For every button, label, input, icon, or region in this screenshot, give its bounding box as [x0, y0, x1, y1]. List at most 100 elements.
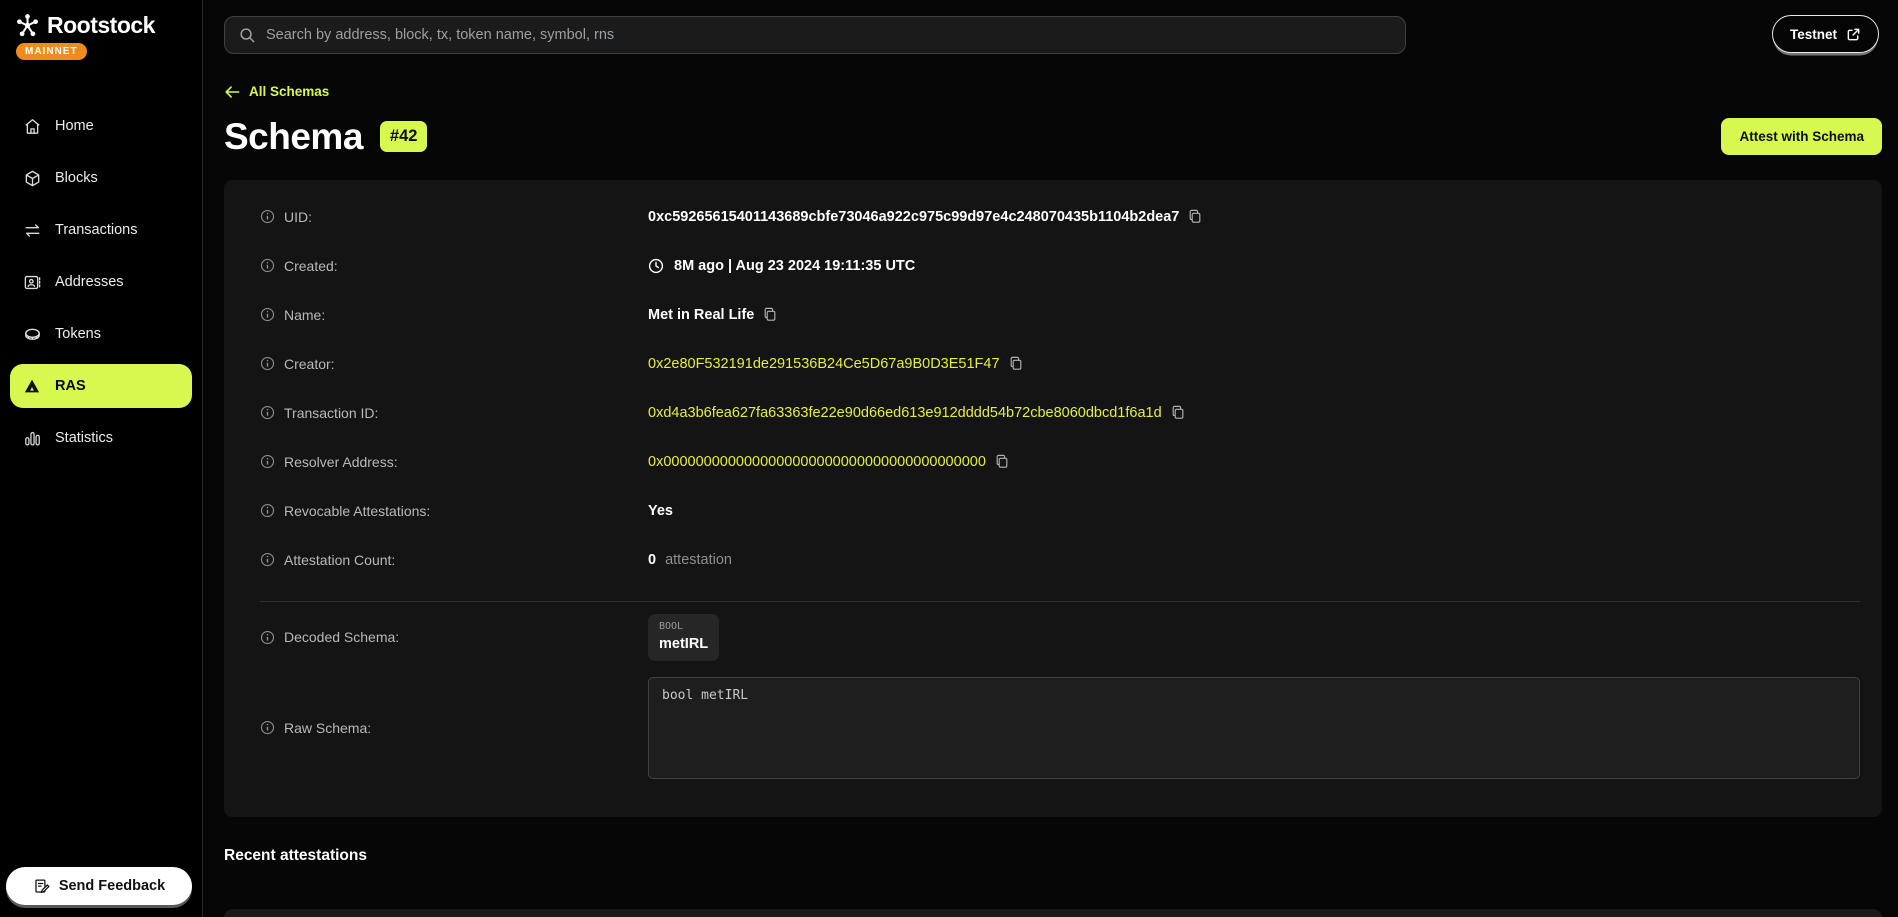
info-icon [260, 503, 275, 518]
send-feedback-button[interactable]: Send Feedback [6, 867, 192, 905]
raw-schema-textarea[interactable]: bool metIRL [648, 677, 1860, 779]
detail-row-decoded-schema: Decoded Schema: BOOL metIRL [260, 614, 1860, 661]
detail-label-text: Name: [284, 307, 325, 323]
detail-label-text: Created: [284, 258, 338, 274]
info-icon [260, 258, 275, 273]
detail-value: 8M ago | Aug 23 2024 19:11:35 UTC [648, 258, 915, 274]
revocable-value: Yes [648, 503, 673, 519]
info-icon [260, 209, 275, 224]
attestation-count-suffix: attestation [665, 552, 732, 568]
copy-icon[interactable] [1009, 356, 1023, 371]
info-icon [260, 720, 275, 735]
attestations-table-header: UID Schema From To Type Date Time (UTC) [224, 909, 1882, 917]
page-title: Schema [224, 116, 363, 158]
attest-with-schema-button[interactable]: Attest with Schema [1721, 118, 1882, 155]
resolver-address-link[interactable]: 0x00000000000000000000000000000000000000… [648, 454, 986, 470]
clock-icon [648, 258, 664, 274]
testnet-label: Testnet [1790, 27, 1837, 42]
sidebar-item-transactions[interactable]: Transactions [10, 208, 192, 252]
copy-icon[interactable] [763, 307, 777, 322]
detail-value: 0xc59265615401143689cbfe73046a922c975c99… [648, 209, 1202, 225]
detail-row-revocable: Revocable Attestations: Yes [260, 496, 1860, 526]
sidebar-item-home[interactable]: Home [10, 104, 192, 148]
name-value: Met in Real Life [648, 307, 754, 323]
detail-label: Creator: [260, 356, 648, 372]
uid-value: 0xc59265615401143689cbfe73046a922c975c99… [648, 209, 1179, 225]
sidebar-nav: Home Blocks Transactions Addresses Token… [0, 104, 202, 460]
detail-value: Met in Real Life [648, 307, 777, 323]
sidebar-item-ras[interactable]: RAS [10, 364, 192, 408]
sidebar-item-statistics[interactable]: Statistics [10, 416, 192, 460]
detail-row-raw-schema: Raw Schema: bool metIRL [260, 677, 1860, 779]
detail-label-text: Decoded Schema: [284, 629, 399, 645]
back-link-label: All Schemas [249, 84, 329, 99]
detail-label: Attestation Count: [260, 552, 648, 568]
detail-value: 0xd4a3b6fea627fa63363fe22e90d66ed613e912… [648, 405, 1185, 421]
rootstock-logo-icon [14, 12, 41, 39]
attestation-triangle-icon [22, 377, 42, 395]
panel-divider [260, 601, 1860, 602]
sidebar-item-label: Tokens [55, 326, 101, 342]
external-link-icon [1846, 27, 1861, 42]
detail-row-creator: Creator: 0x2e80F532191de291536B24Ce5D67a… [260, 349, 1860, 379]
detail-label: UID: [260, 209, 648, 225]
feedback-pencil-icon [33, 878, 50, 895]
copy-icon[interactable] [1171, 405, 1185, 420]
sidebar-item-addresses[interactable]: Addresses [10, 260, 192, 304]
brand-name: Rootstock [47, 12, 155, 39]
detail-label: Resolver Address: [260, 454, 648, 470]
sidebar-item-tokens[interactable]: Tokens [10, 312, 192, 356]
creator-address-link[interactable]: 0x2e80F532191de291536B24Ce5D67a9B0D3E51F… [648, 356, 1000, 372]
page-content: All Schemas Schema #42 Attest with Schem… [203, 70, 1898, 917]
schema-id-badge: #42 [380, 121, 428, 152]
search-input[interactable] [266, 27, 1391, 43]
arrow-left-icon [224, 85, 240, 99]
sidebar-item-blocks[interactable]: Blocks [10, 156, 192, 200]
detail-row-uid: UID: 0xc59265615401143689cbfe73046a922c9… [260, 202, 1860, 232]
transaction-id-link[interactable]: 0xd4a3b6fea627fa63363fe22e90d66ed613e912… [648, 405, 1162, 421]
title-row: Schema #42 Attest with Schema [224, 116, 1882, 158]
decoded-schema-chip: BOOL metIRL [648, 614, 719, 661]
detail-label-text: Creator: [284, 356, 335, 372]
detail-value: Yes [648, 503, 673, 519]
sidebar: Rootstock MAINNET Home Blocks Transactio… [0, 0, 203, 917]
copy-icon[interactable] [1188, 209, 1202, 224]
attestation-count-value: 0 [648, 552, 656, 568]
sidebar-item-label: Home [55, 118, 94, 134]
arrows-swap-icon [22, 221, 42, 240]
network-badge: MAINNET [16, 43, 87, 60]
copy-icon[interactable] [995, 454, 1009, 469]
rootstock-logo[interactable]: Rootstock [14, 12, 188, 39]
id-card-icon [22, 273, 42, 292]
detail-label-text: Revocable Attestations: [284, 503, 430, 519]
sidebar-item-label: Transactions [55, 222, 137, 238]
detail-value: 0 attestation [648, 552, 732, 568]
detail-value: 0x00000000000000000000000000000000000000… [648, 454, 1009, 470]
detail-label-text: Resolver Address: [284, 454, 398, 470]
detail-value: 0x2e80F532191de291536B24Ce5D67a9B0D3E51F… [648, 356, 1023, 372]
detail-row-attestation-count: Attestation Count: 0 attestation [260, 545, 1860, 575]
back-to-all-schemas-link[interactable]: All Schemas [224, 84, 329, 99]
testnet-switch-button[interactable]: Testnet [1772, 15, 1879, 53]
detail-row-resolver-address: Resolver Address: 0x00000000000000000000… [260, 447, 1860, 477]
info-icon [260, 630, 275, 645]
field-name: metIRL [659, 636, 708, 652]
cube-icon [22, 169, 42, 188]
search-bar [224, 16, 1406, 54]
main-area: Testnet All Schemas Schema #42 Attest wi… [203, 0, 1898, 917]
bar-chart-icon [22, 429, 42, 448]
created-value: 8M ago | Aug 23 2024 19:11:35 UTC [674, 258, 915, 274]
detail-label-text: Raw Schema: [284, 720, 371, 736]
field-type: BOOL [659, 621, 708, 632]
sidebar-item-label: Blocks [55, 170, 98, 186]
logo-area: Rootstock MAINNET [0, 0, 202, 60]
attestations-table: UID Schema From To Type Date Time (UTC) [224, 909, 1882, 917]
detail-label: Name: [260, 307, 648, 323]
schema-details-panel: UID: 0xc59265615401143689cbfe73046a922c9… [224, 180, 1882, 817]
detail-label: Created: [260, 258, 648, 274]
detail-row-transaction-id: Transaction ID: 0xd4a3b6fea627fa63363fe2… [260, 398, 1860, 428]
recent-attestations-heading: Recent attestations [224, 847, 1882, 865]
sidebar-item-label: RAS [55, 378, 86, 394]
detail-label-text: UID: [284, 209, 312, 225]
top-bar: Testnet [203, 0, 1898, 70]
